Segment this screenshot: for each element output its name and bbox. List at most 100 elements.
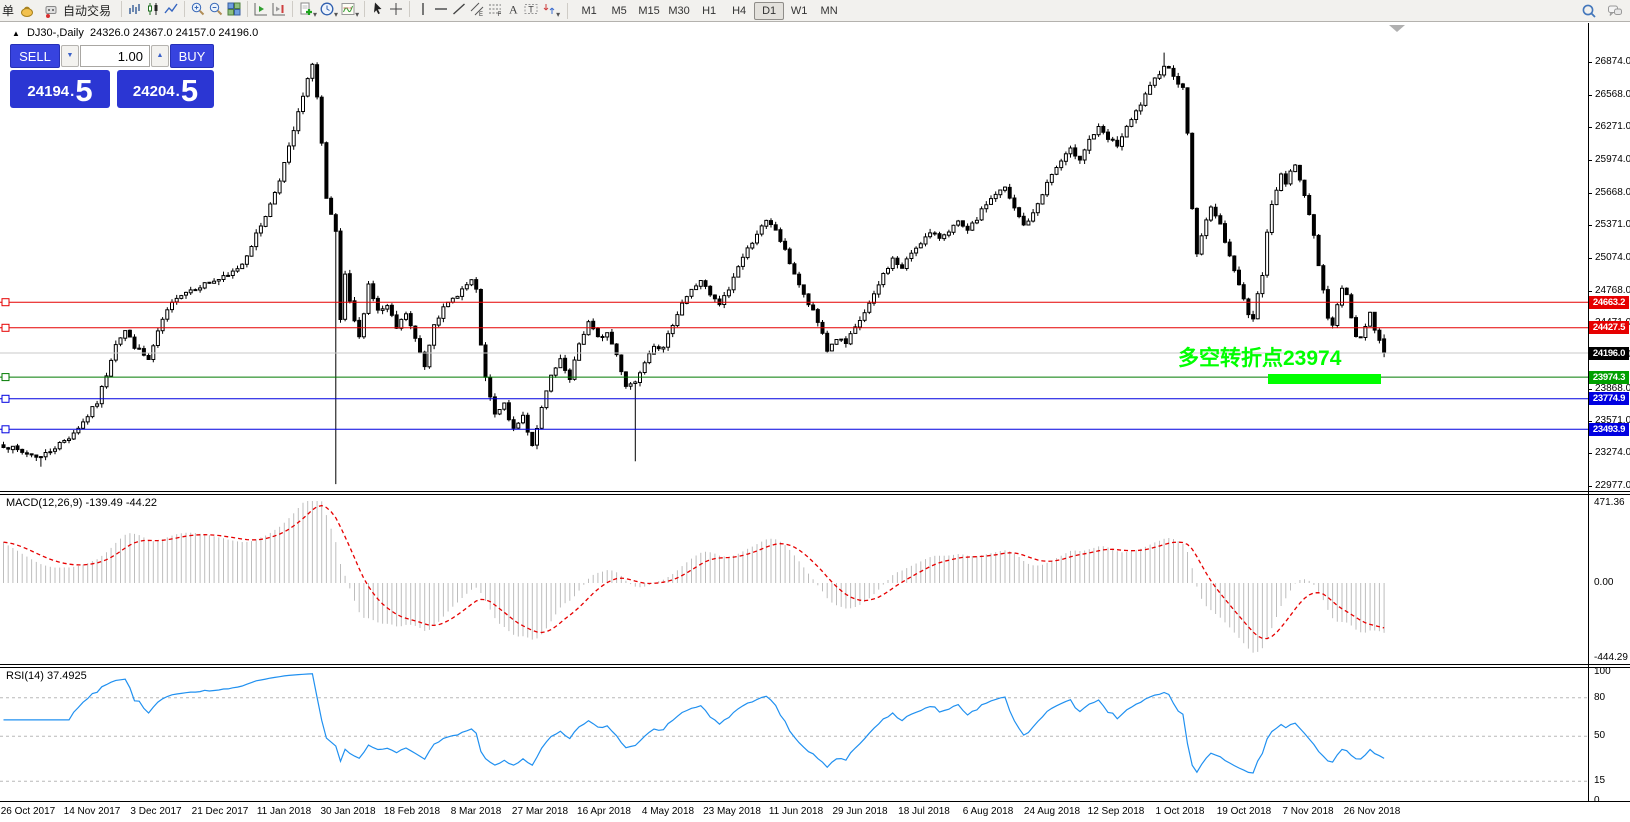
date-label: 12 Sep 2018 — [1081, 806, 1151, 817]
line-chart-icon[interactable] — [162, 0, 180, 18]
date-axis[interactable]: 26 Oct 201714 Nov 20173 Dec 201721 Dec 2… — [0, 802, 1630, 822]
buy-price-box[interactable]: 24204.5 — [117, 70, 214, 108]
date-label: 11 Jan 2018 — [249, 806, 319, 817]
date-label: 24 Aug 2018 — [1017, 806, 1087, 817]
timeframe-h4-button[interactable]: H4 — [724, 2, 754, 20]
toolbar-separator — [292, 1, 293, 17]
macd-histogram — [4, 501, 1385, 653]
panel-separator — [0, 491, 1630, 492]
sell-button[interactable]: SELL — [10, 44, 60, 68]
autotrade-icon — [42, 2, 60, 20]
chart-shift-marker-icon[interactable] — [1389, 25, 1405, 32]
date-label: 26 Oct 2017 — [0, 806, 63, 817]
price-line-badge: 23493.9 — [1589, 423, 1629, 436]
svg-text:T: T — [528, 4, 534, 14]
fibonacci-icon[interactable]: F — [486, 0, 504, 18]
tile-windows-icon[interactable] — [225, 0, 243, 18]
timeframe-m30-button[interactable]: M30 — [664, 2, 694, 20]
orders-label[interactable]: 单 — [2, 2, 14, 19]
price-tick — [1588, 389, 1592, 390]
new-order-gold-icon[interactable] — [18, 2, 36, 20]
macd-axis-label: 0.00 — [1594, 577, 1613, 588]
timeframe-w1-button[interactable]: W1 — [784, 2, 814, 20]
price-tick-label: 26271.0 — [1595, 121, 1630, 132]
dropdown-caret-icon[interactable]: ▾ — [313, 10, 317, 19]
zoom-in-icon[interactable] — [189, 0, 207, 18]
toolbar: 单 自动交易 ▾ ▾ ▾ EFAT ▾ M1M5M15M30H1H4D1W1MN — [0, 0, 1630, 22]
sell-price-big-digit: 5 — [75, 76, 92, 105]
sell-price-dot: . — [70, 79, 74, 105]
date-label: 26 Nov 2018 — [1337, 806, 1407, 817]
toolbar-icon-groups: ▾ ▾ ▾ EFAT ▾ — [117, 0, 561, 22]
dropdown-caret-icon[interactable]: ▾ — [355, 10, 359, 19]
timeframe-h1-button[interactable]: H1 — [694, 2, 724, 20]
rsi-line — [4, 674, 1385, 773]
rsi-panel-canvas[interactable] — [0, 668, 1589, 801]
bars-chart-icon[interactable] — [126, 0, 144, 18]
toolbar-separator — [184, 1, 185, 17]
price-line-badge: 24196.0 — [1589, 347, 1629, 360]
timeframe-m5-button[interactable]: M5 — [604, 2, 634, 20]
cursor-icon[interactable] — [369, 0, 387, 18]
symbol-title: ▲ DJ30-,Daily 24326.0 24367.0 24157.0 24… — [12, 27, 258, 39]
annotation-text[interactable]: 多空转折点23974 — [1178, 342, 1341, 372]
timeframe-mn-button[interactable]: MN — [814, 2, 844, 20]
hline-icon[interactable] — [432, 0, 450, 18]
price-tick — [1588, 291, 1592, 292]
date-label: 8 Mar 2018 — [441, 806, 511, 817]
toolbar-separator — [247, 1, 248, 17]
dropdown-caret-icon[interactable]: ▾ — [334, 10, 338, 19]
price-tick-label: 26874.0 — [1595, 56, 1630, 67]
date-label: 11 Jun 2018 — [761, 806, 831, 817]
price-chart-canvas[interactable] — [0, 23, 1589, 491]
price-tick — [1588, 62, 1592, 63]
price-line-badge: 23974.3 — [1589, 371, 1629, 384]
toolbar-separator — [567, 3, 568, 19]
price-tick-label: 25668.0 — [1595, 187, 1630, 198]
macd-panel-canvas[interactable] — [0, 495, 1589, 663]
trendline-icon[interactable] — [450, 0, 468, 18]
toolbar-separator — [364, 1, 365, 17]
dropdown-caret-icon[interactable]: ▾ — [556, 10, 560, 19]
candles-chart-icon[interactable] — [144, 0, 162, 18]
price-line-badge: 23774.9 — [1589, 392, 1629, 405]
autotrade-label: 自动交易 — [63, 2, 111, 19]
buy-button[interactable]: BUY — [170, 44, 214, 68]
price-tick-label: 22977.0 — [1595, 480, 1630, 491]
autotrade-button[interactable]: 自动交易 — [38, 1, 115, 21]
collapse-trade-panel-icon[interactable]: ▲ — [12, 29, 20, 38]
volume-decrease-button[interactable]: ▼ — [61, 45, 79, 67]
toolbar-separator — [409, 1, 410, 17]
toolbar-separator — [121, 1, 122, 17]
price-tick — [1588, 127, 1592, 128]
price-tick — [1588, 486, 1592, 487]
text-icon[interactable]: A — [504, 0, 522, 18]
price-tick-label: 26568.0 — [1595, 89, 1630, 100]
timeframe-d1-button[interactable]: D1 — [754, 2, 784, 20]
rsi-axis-label: 80 — [1594, 692, 1605, 703]
macd-axis-label: 471.36 — [1594, 497, 1625, 508]
timeframe-m1-button[interactable]: M1 — [574, 2, 604, 20]
autoscroll-icon[interactable] — [252, 0, 270, 18]
crosshair-icon[interactable] — [387, 0, 405, 18]
price-tick-label: 23274.0 — [1595, 447, 1630, 458]
volume-input[interactable] — [80, 45, 150, 67]
vline-icon[interactable] — [414, 0, 432, 18]
buy-price-big-digit: 5 — [181, 76, 198, 105]
timeframe-m15-button[interactable]: M15 — [634, 2, 664, 20]
chart-shift-icon[interactable] — [270, 0, 288, 18]
price-axis[interactable]: 26874.026568.026271.025974.025668.025371… — [1588, 0, 1630, 822]
sell-price-box[interactable]: 24194.5 — [10, 70, 110, 108]
zoom-out-icon[interactable] — [207, 0, 225, 18]
rsi-level-lines — [0, 698, 1588, 782]
symbol-period-label: DJ30-,Daily — [27, 27, 84, 39]
price-tick-label: 24768.0 — [1595, 285, 1630, 296]
date-label: 1 Oct 2018 — [1145, 806, 1215, 817]
label-icon[interactable]: T — [522, 0, 540, 18]
channel-icon[interactable]: E — [468, 0, 486, 18]
volume-increase-button[interactable]: ▲ — [151, 45, 169, 67]
annotation-highlight-rect[interactable] — [1268, 374, 1381, 384]
macd-signal-line — [4, 506, 1385, 639]
horizontal-level-lines — [0, 299, 1588, 433]
date-label: 29 Jun 2018 — [825, 806, 895, 817]
